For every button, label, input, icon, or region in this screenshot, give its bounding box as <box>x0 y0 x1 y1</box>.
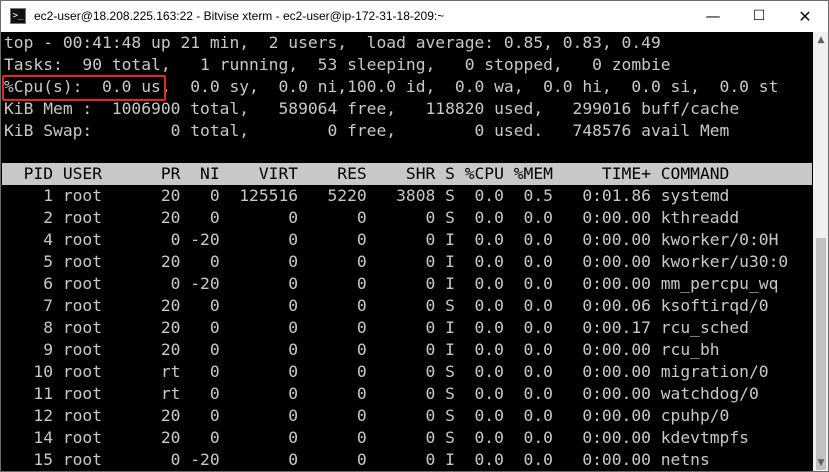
process-row: 1 root 20 0 125516 5220 3808 S 0.0 0.5 0… <box>4 186 730 205</box>
minimize-button[interactable]: — <box>690 1 736 32</box>
process-row: 14 root 20 0 0 0 0 S 0.0 0.0 0:00.00 kde… <box>4 428 749 447</box>
scroll-thumb[interactable] <box>816 238 826 470</box>
terminal-output[interactable]: top - 00:41:48 up 21 min, 2 users, load … <box>2 32 812 471</box>
process-row: 12 root 20 0 0 0 0 S 0.0 0.0 0:00.00 cpu… <box>4 406 730 425</box>
process-row: 9 root 20 0 0 0 0 I 0.0 0.0 0:00.00 rcu_… <box>4 340 720 359</box>
title-bar[interactable]: >_ ec2-user@18.208.225.163:22 - Bitvise … <box>1 1 828 32</box>
terminal-window: >_ ec2-user@18.208.225.163:22 - Bitvise … <box>0 0 829 472</box>
window-title: ec2-user@18.208.225.163:22 - Bitvise xte… <box>34 9 445 23</box>
close-button[interactable]: ✕ <box>782 1 828 32</box>
tasks-line: Tasks: 90 total, 1 running, 53 sleeping,… <box>4 55 671 74</box>
process-row: 5 root 20 0 0 0 0 I 0.0 0.0 0:00.00 kwor… <box>4 252 789 271</box>
column-headers: PID USER PR NI VIRT RES SHR S %CPU %MEM … <box>4 164 730 183</box>
process-row: 2 root 20 0 0 0 0 S 0.0 0.0 0:00.00 kthr… <box>4 208 740 227</box>
swap-line: KiB Swap: 0 total, 0 free, 0 used. 74857… <box>4 121 730 140</box>
process-row: 10 root rt 0 0 0 0 S 0.0 0.0 0:00.00 mig… <box>4 362 769 381</box>
scroll-down-icon[interactable]: ▼ <box>813 455 828 471</box>
memory-line: KiB Mem : 1006900 total, 589064 free, 11… <box>4 99 740 118</box>
terminal-app-icon[interactable]: >_ <box>10 8 26 24</box>
process-row: 11 root rt 0 0 0 0 S 0.0 0.0 0:00.00 wat… <box>4 384 759 403</box>
process-row: 7 root 20 0 0 0 0 S 0.0 0.0 0:00.06 ksof… <box>4 296 769 315</box>
maximize-button[interactable]: ☐ <box>736 1 782 32</box>
vertical-scrollbar[interactable]: ▲ ▼ <box>813 32 828 471</box>
process-table-header: PID USER PR NI VIRT RES SHR S %CPU %MEM … <box>2 163 812 185</box>
process-row: 8 root 20 0 0 0 0 I 0.0 0.0 0:00.17 rcu_… <box>4 318 749 337</box>
cpu-us-highlight <box>2 75 166 101</box>
process-row: 4 root 0 -20 0 0 0 I 0.0 0.0 0:00.00 kwo… <box>4 230 779 249</box>
uptime-line: top - 00:41:48 up 21 min, 2 users, load … <box>4 33 661 52</box>
process-row: 15 root 0 -20 0 0 0 I 0.0 0.0 0:00.00 ne… <box>4 450 710 469</box>
process-row: 6 root 0 -20 0 0 0 I 0.0 0.0 0:00.00 mm_… <box>4 274 779 293</box>
scroll-up-icon[interactable]: ▲ <box>813 32 828 49</box>
